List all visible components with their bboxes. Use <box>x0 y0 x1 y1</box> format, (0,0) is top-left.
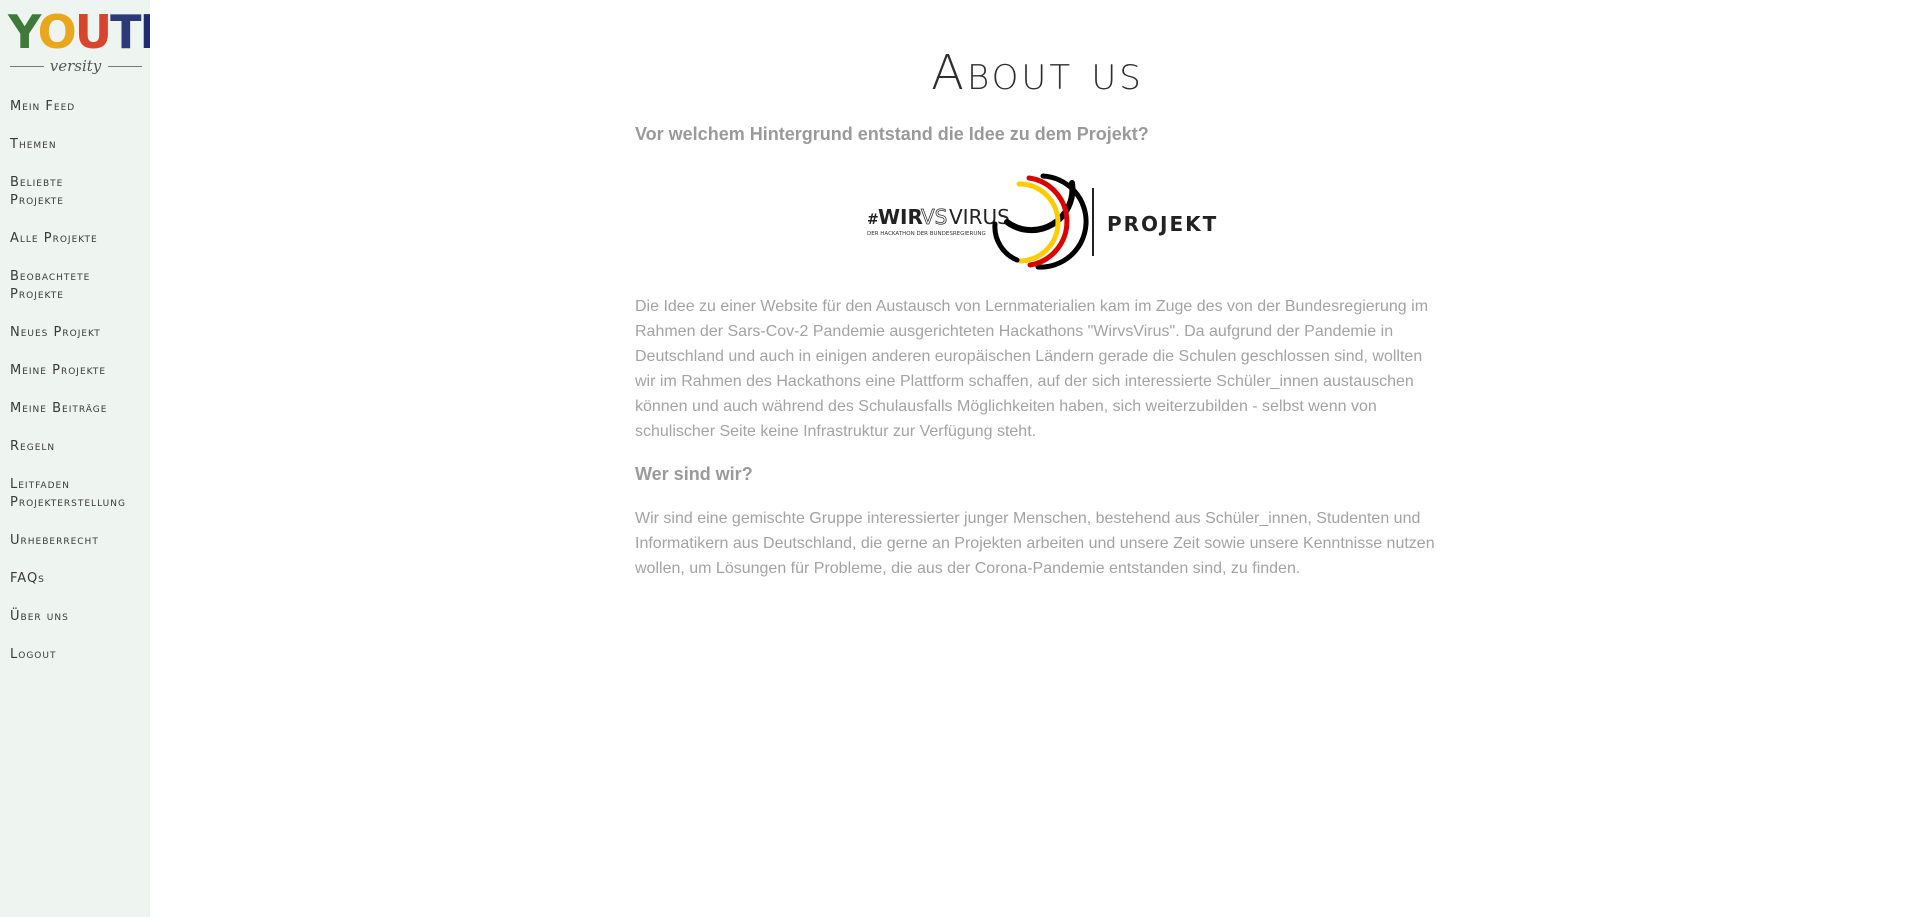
logo-hash: # <box>867 212 879 228</box>
logo-letter: U <box>74 5 112 59</box>
sidebar-item-meine-projekte[interactable]: Meine Projekte <box>10 362 150 380</box>
sidebar: YOUTH versity Mein Feed Themen Beliebte … <box>0 0 150 917</box>
sidebar-item-beliebte-projekte[interactable]: Beliebte Projekte <box>10 174 100 210</box>
logo-letter: T <box>110 5 141 59</box>
sidebar-item-regeln[interactable]: Regeln <box>10 438 150 456</box>
sidebar-item-leitfaden-projekterstellung[interactable]: Leitfaden Projekterstellung <box>10 476 150 512</box>
sidebar-item-beobachtete-projekte[interactable]: Beobachtete Projekte <box>10 268 130 304</box>
wirvsvirus-logo-graphic: # WIR VS VIRUS DER HACKATHON DER BUNDESR… <box>867 173 1218 270</box>
sidebar-item-urheberrecht[interactable]: Urheberrecht <box>10 532 150 550</box>
page-title: About us <box>931 45 1144 101</box>
section-text-who-we-are: Wir sind eine gemischte Gruppe interessi… <box>635 510 1435 577</box>
section-text-background: Die Idee zu einer Website für den Austau… <box>635 298 1429 440</box>
logo-vs: VS <box>921 205 947 229</box>
logo-virus: VIRUS <box>949 205 1010 229</box>
ring-black-bottom <box>992 221 1020 263</box>
sidebar-item-mein-feed[interactable]: Mein Feed <box>10 98 150 116</box>
logo-letter: Y <box>8 5 40 59</box>
logo-word: YOUTH <box>8 6 150 58</box>
logo-divider-right <box>108 66 142 67</box>
logo-wir: WIR <box>878 205 923 229</box>
section-heading-who-we-are: Wer sind wir? <box>635 464 753 484</box>
section-heading-background: Vor welchem Hintergrund entstand die Ide… <box>635 124 1149 144</box>
sidebar-item-themen[interactable]: Themen <box>10 136 150 154</box>
sidebar-item-alle-projekte[interactable]: Alle Projekte <box>10 230 150 248</box>
sidebar-item-neues-projekt[interactable]: Neues Projekt <box>10 324 150 342</box>
wirvsvirus-project-banner: # WIR VS VIRUS DER HACKATHON DER BUNDESR… <box>867 172 1227 272</box>
logo-letter: O <box>37 5 77 59</box>
logo-subline: DER HACKATHON DER BUNDESREGIERUNG <box>867 231 986 237</box>
sidebar-item-logout[interactable]: Logout <box>10 646 150 664</box>
sidebar-item-meine-beitraege[interactable]: Meine Beiträge <box>10 400 150 418</box>
logo-letter: H <box>140 5 150 59</box>
youthversity-logo[interactable]: YOUTH versity <box>8 6 150 80</box>
sidebar-item-faqs[interactable]: FAQs <box>10 570 150 588</box>
logo-subline: versity <box>8 56 143 76</box>
sidebar-item-ueber-uns[interactable]: Über uns <box>10 608 150 626</box>
logo-projekt: PROJEKT <box>1107 212 1218 236</box>
